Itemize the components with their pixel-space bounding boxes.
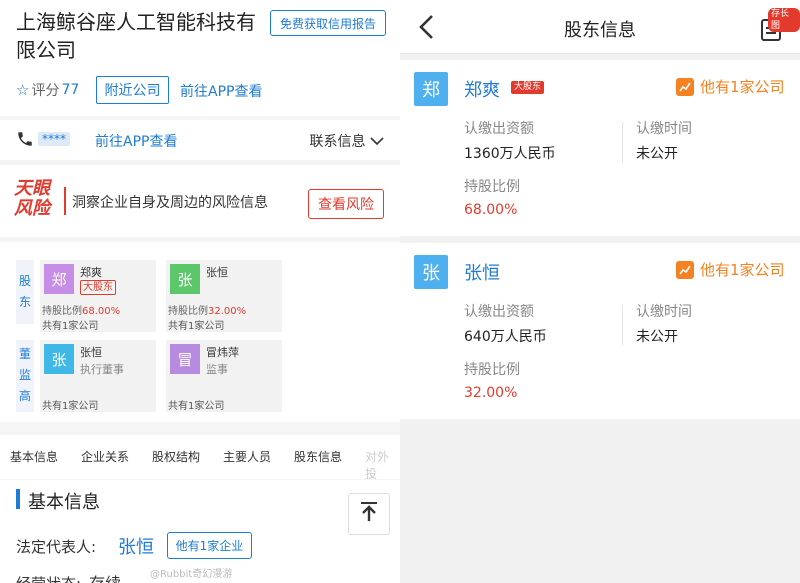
shareholder-card[interactable]: 张 张恒 他有1家公司 认缴出资额 640万人民币 认缴时间 未公开 持股比例 … xyxy=(400,243,800,419)
company-count: 共有1家公司 xyxy=(168,401,225,412)
people-section: 股东 董监高 郑 郑爽 大股东 持股比例68.00% 共有1家公司 张 张恒 持… xyxy=(0,242,400,422)
person-name: 张恒 xyxy=(80,346,102,359)
other-companies-label: 他有1家公司 xyxy=(700,261,785,279)
subscription-time-value: 未公开 xyxy=(636,146,678,162)
avatar: 张 xyxy=(44,344,74,374)
person-name: 冒炜萍 xyxy=(206,346,239,359)
shareholder-name[interactable]: 张恒 xyxy=(464,259,500,285)
section-tabs: 基本信息 企业关系 股权结构 主要人员 股东信息 对外投 xyxy=(0,435,400,482)
person-card[interactable]: 郑 郑爽 大股东 持股比例68.00% 共有1家公司 xyxy=(40,260,156,332)
risk-divider xyxy=(64,187,66,215)
company-count: 共有1家公司 xyxy=(42,321,99,332)
business-status: 经营状态: 存续 xyxy=(16,570,121,583)
person-name: 郑爽 xyxy=(80,266,102,279)
avatar: 郑 xyxy=(44,264,74,294)
major-shareholder-badge: 大股东 xyxy=(511,81,545,94)
rating-label: 评分 xyxy=(31,83,60,99)
managers-label: 董监高 xyxy=(18,347,31,403)
major-shareholder-badge: 大股东 xyxy=(80,280,116,295)
open-app-link-2[interactable]: 前往APP查看 xyxy=(95,131,177,151)
avatar: 郑 xyxy=(414,72,448,106)
subscription-time-label: 认缴时间 xyxy=(636,121,692,137)
capital-value: 1360万人民币 xyxy=(464,146,556,162)
tianyan-risk-logo: 天眼 风险 xyxy=(14,179,62,223)
avatar: 冒 xyxy=(170,344,200,374)
capital-label: 认缴出资额 xyxy=(464,304,534,320)
column-divider xyxy=(622,122,623,162)
person-card[interactable]: 张 张恒 持股比例32.00% 共有1家公司 xyxy=(166,260,282,332)
column-divider xyxy=(622,305,623,345)
shareholders-label: 股东 xyxy=(18,274,31,309)
chevron-down-icon xyxy=(370,134,384,150)
company-count: 共有1家公司 xyxy=(168,321,225,332)
status-label: 经营状态: xyxy=(16,575,81,583)
avatar: 张 xyxy=(414,255,448,289)
phone-icon xyxy=(16,130,34,152)
tab-basic-info[interactable]: 基本信息 xyxy=(10,448,58,465)
person-card[interactable]: 冒 冒炜萍 监事 共有1家公司 xyxy=(166,340,282,412)
tab-shareholders[interactable]: 股东信息 xyxy=(294,448,342,465)
capital-value: 640万人民币 xyxy=(464,329,547,345)
managers-side-label[interactable]: 董监高 xyxy=(16,340,34,412)
credit-report-button[interactable]: 免费获取信用报告 xyxy=(270,10,386,36)
legal-rep-name[interactable]: 张恒 xyxy=(118,533,154,559)
star-icon: ☆ xyxy=(16,81,30,99)
shareholder-info-panel: 股东信息 存长图 郑 郑爽 大股东 他有1家公司 认缴出资额 1360万人民币 … xyxy=(400,0,800,583)
share-ratio: 持股比例68.00% xyxy=(42,306,121,317)
status-value: 存续 xyxy=(89,574,121,583)
back-to-top-button[interactable] xyxy=(348,493,390,535)
tab-investments[interactable]: 对外投 xyxy=(365,448,400,482)
other-companies-link[interactable]: 他有1家公司 xyxy=(676,259,785,280)
person-role: 执行董事 xyxy=(80,363,124,376)
trend-chart-icon xyxy=(676,260,694,279)
subscription-time-label: 认缴时间 xyxy=(636,304,692,320)
company-count: 共有1家公司 xyxy=(42,401,99,412)
open-app-link[interactable]: 前往APP查看 xyxy=(180,81,262,101)
rating: ☆ 评分 77 xyxy=(16,80,79,100)
contact-info-label: 联系信息 xyxy=(309,134,366,150)
ratio-label: 持股比例 xyxy=(464,179,520,195)
risk-logo-line1: 天眼 xyxy=(14,178,50,199)
phone-number-masked: **** xyxy=(38,132,70,146)
capital-label: 认缴出资额 xyxy=(464,121,534,137)
nearby-companies-button[interactable]: 附近公司 xyxy=(96,76,169,104)
subscription-time-value: 未公开 xyxy=(636,329,678,345)
company-name: 上海鲸谷座人工智能科技有限公司 xyxy=(16,10,256,62)
watermark: @Rubbit奇幻漫游 xyxy=(150,569,233,580)
share-ratio: 持股比例32.00% xyxy=(168,306,247,317)
risk-logo-line2: 风险 xyxy=(14,198,50,219)
save-long-image-badge: 存长图 xyxy=(768,8,800,32)
section-accent-bar xyxy=(16,489,20,509)
ratio-value: 68.00% xyxy=(464,202,518,218)
ratio-label: 持股比例 xyxy=(464,362,520,378)
rating-value: 77 xyxy=(61,82,80,98)
arrow-up-icon xyxy=(360,502,378,526)
trend-chart-icon xyxy=(676,77,694,96)
section-title: 基本信息 xyxy=(28,492,100,513)
risk-banner: 天眼 风险 洞察企业自身及周边的风险信息 查看风险 xyxy=(0,165,400,237)
nav-bar: 股东信息 存长图 xyxy=(400,0,800,54)
person-role: 监事 xyxy=(206,363,228,376)
risk-description: 洞察企业自身及周边的风险信息 xyxy=(72,195,268,211)
other-companies-label: 他有1家公司 xyxy=(700,78,785,96)
tab-key-people[interactable]: 主要人员 xyxy=(223,448,271,465)
legal-rep-companies-button[interactable]: 他有1家企业 xyxy=(167,532,252,559)
tab-equity[interactable]: 股权结构 xyxy=(152,448,200,465)
ratio-value: 32.00% xyxy=(464,385,518,401)
other-companies-link[interactable]: 他有1家公司 xyxy=(676,76,785,97)
legal-rep-label: 法定代表人: xyxy=(16,538,97,556)
shareholder-card[interactable]: 郑 郑爽 大股东 他有1家公司 认缴出资额 1360万人民币 认缴时间 未公开 … xyxy=(400,60,800,236)
shareholder-name[interactable]: 郑爽 xyxy=(464,76,500,102)
shareholders-side-label[interactable]: 股东 xyxy=(16,260,34,324)
view-risk-button[interactable]: 查看风险 xyxy=(308,189,384,219)
company-header: 上海鲸谷座人工智能科技有限公司 免费获取信用报告 ☆ 评分 77 附近公司 前往… xyxy=(0,0,400,116)
page-title: 股东信息 xyxy=(564,20,636,41)
person-card[interactable]: 张 张恒 执行董事 共有1家公司 xyxy=(40,340,156,412)
tab-relations[interactable]: 企业关系 xyxy=(81,448,129,465)
person-name: 张恒 xyxy=(206,266,228,279)
company-detail-panel: 上海鲸谷座人工智能科技有限公司 免费获取信用报告 ☆ 评分 77 附近公司 前往… xyxy=(0,0,400,583)
avatar: 张 xyxy=(170,264,200,294)
contact-info-toggle[interactable]: 联系信息 xyxy=(310,131,384,151)
contact-row: **** 前往APP查看 联系信息 xyxy=(0,120,400,160)
